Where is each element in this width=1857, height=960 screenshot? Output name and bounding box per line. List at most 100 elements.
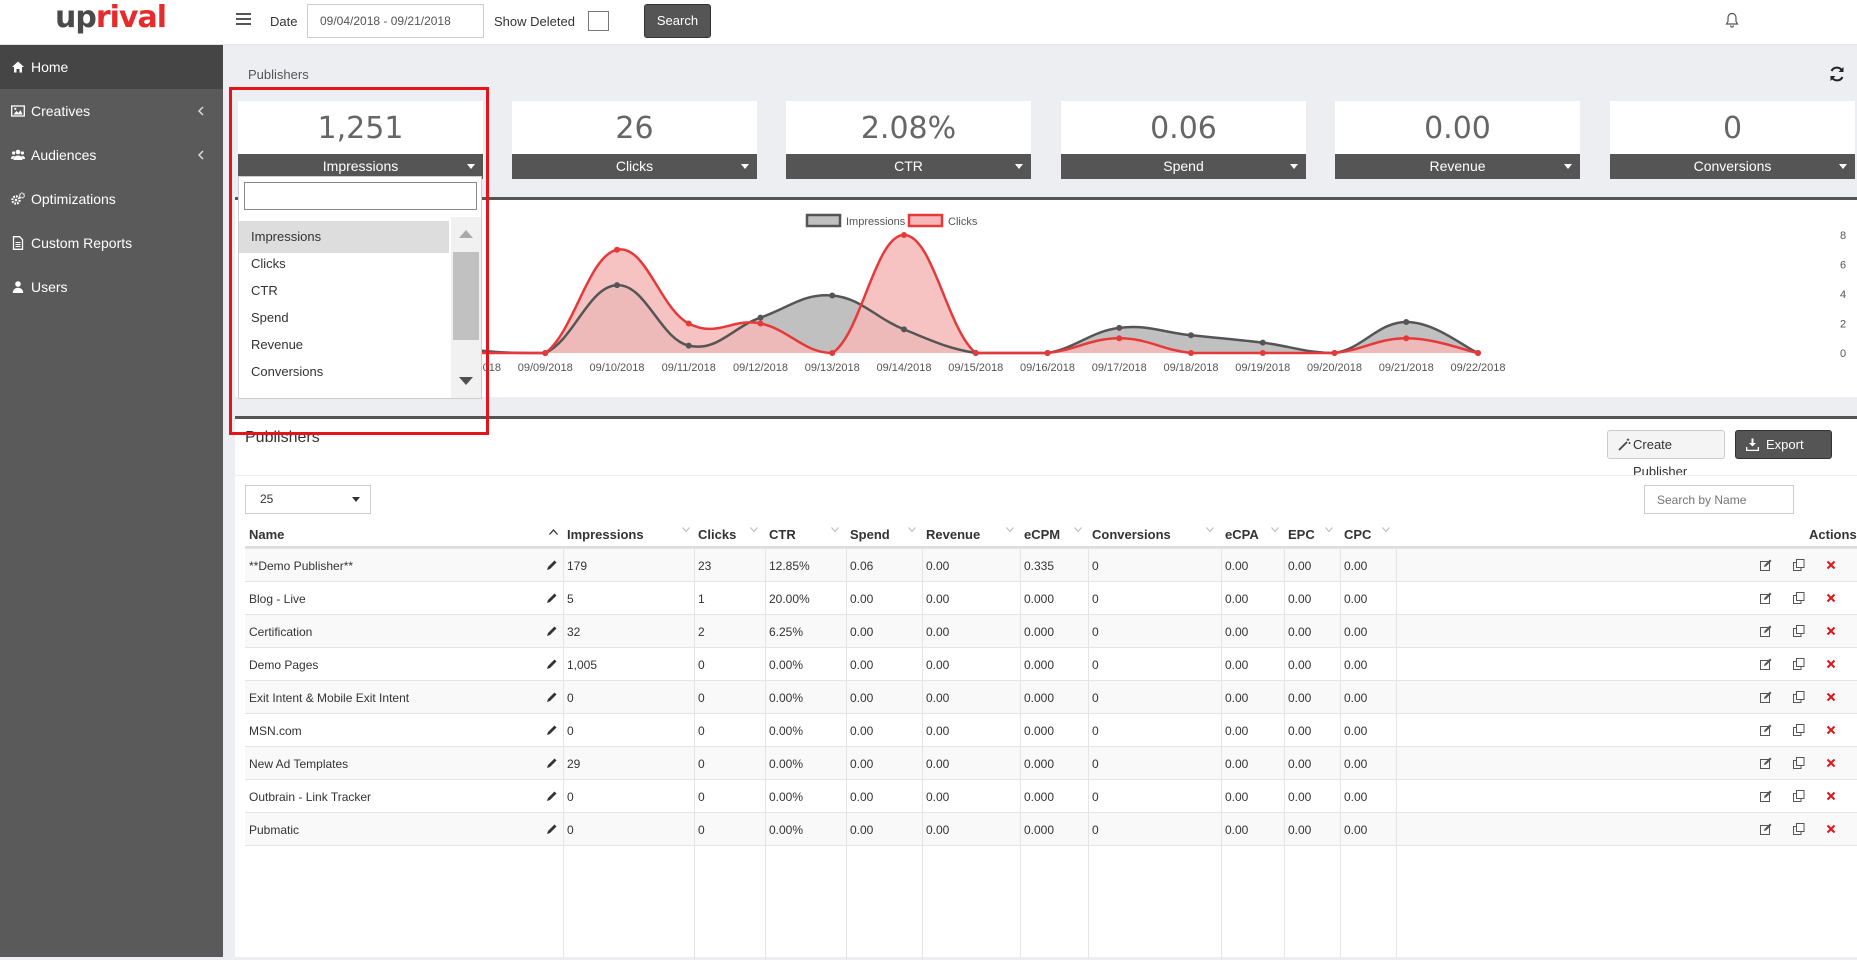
pencil-icon[interactable] (546, 559, 558, 571)
edit-icon[interactable] (1760, 592, 1772, 604)
sort-icon[interactable] (831, 527, 839, 532)
data-point-impressions[interactable] (1188, 332, 1194, 339)
table-row[interactable]: New Ad Templates 29 0 0.00% 0.00 0.00 0.… (245, 746, 1857, 779)
delete-icon[interactable] (1825, 823, 1837, 835)
data-point-clicks[interactable] (685, 320, 692, 327)
sort-asc-icon[interactable] (549, 529, 558, 535)
delete-icon[interactable] (1825, 757, 1837, 769)
page-size-select[interactable]: 25 (245, 485, 371, 514)
search-by-name-input[interactable] (1644, 485, 1794, 514)
delete-icon[interactable] (1825, 658, 1837, 670)
data-point-clicks[interactable] (757, 320, 764, 327)
column-header-revenue[interactable]: Revenue (926, 527, 980, 542)
metric-select-2[interactable]: Clicks (512, 154, 757, 179)
sidebar-item-audiences[interactable]: Audiences (0, 133, 223, 177)
copy-icon[interactable] (1793, 724, 1805, 736)
delete-icon[interactable] (1825, 724, 1837, 736)
sidebar-item-custom-reports[interactable]: Custom Reports (0, 221, 223, 265)
sort-icon[interactable] (908, 527, 916, 532)
export-button[interactable]: Export (1735, 430, 1832, 459)
edit-icon[interactable] (1760, 757, 1772, 769)
pencil-icon[interactable] (546, 691, 558, 703)
column-header-ecpm[interactable]: eCPM (1024, 527, 1060, 542)
sidebar-item-creatives[interactable]: Creatives (0, 89, 223, 133)
column-header-conversions[interactable]: Conversions (1092, 527, 1171, 542)
hamburger-icon[interactable] (236, 13, 251, 26)
pencil-icon[interactable] (546, 625, 558, 637)
table-row[interactable]: Blog - Live 5 1 20.00% 0.00 0.00 0.000 0… (245, 581, 1857, 614)
sort-icon[interactable] (750, 527, 758, 532)
sort-icon[interactable] (1382, 527, 1390, 532)
data-point-clicks[interactable] (1044, 350, 1051, 356)
table-row[interactable]: **Demo Publisher** 179 23 12.85% 0.06 0.… (245, 548, 1857, 581)
edit-icon[interactable] (1760, 658, 1772, 670)
sort-icon[interactable] (1206, 527, 1214, 532)
column-header-ctr[interactable]: CTR (769, 527, 796, 542)
table-row[interactable]: Certification 32 2 6.25% 0.00 0.00 0.000… (245, 614, 1857, 647)
data-point-clicks[interactable] (1188, 350, 1194, 356)
table-row[interactable] (245, 845, 1857, 960)
table-row[interactable]: Outbrain - Link Tracker 0 0 0.00% 0.00 0… (245, 779, 1857, 812)
column-header-clicks[interactable]: Clicks (698, 527, 736, 542)
copy-icon[interactable] (1793, 757, 1805, 769)
column-header-name[interactable]: Name (249, 527, 284, 542)
sidebar-item-optimizations[interactable]: Optimizations (0, 177, 223, 221)
delete-icon[interactable] (1825, 559, 1837, 571)
delete-icon[interactable] (1825, 625, 1837, 637)
pencil-icon[interactable] (546, 823, 558, 835)
copy-icon[interactable] (1793, 790, 1805, 802)
show-deleted-checkbox[interactable] (588, 11, 609, 31)
data-point-impressions[interactable] (1403, 319, 1410, 326)
column-header-ecpa[interactable]: eCPA (1225, 527, 1259, 542)
table-row[interactable]: MSN.com 0 0 0.00% 0.00 0.00 0.000 0 0.00… (245, 713, 1857, 746)
metric-select-5[interactable]: Revenue (1335, 154, 1580, 179)
pencil-icon[interactable] (546, 724, 558, 736)
data-point-clicks[interactable] (972, 350, 979, 356)
refresh-icon[interactable] (1828, 65, 1846, 83)
copy-icon[interactable] (1793, 691, 1805, 703)
metric-select-6[interactable]: Conversions (1610, 154, 1855, 179)
data-point-impressions[interactable] (1116, 324, 1123, 331)
column-header-epc[interactable]: EPC (1288, 527, 1315, 542)
data-point-clicks[interactable] (1475, 350, 1481, 356)
data-point-impressions[interactable] (685, 342, 692, 349)
column-header-impressions[interactable]: Impressions (567, 527, 644, 542)
edit-icon[interactable] (1760, 691, 1772, 703)
sort-icon[interactable] (1271, 527, 1279, 532)
copy-icon[interactable] (1793, 658, 1805, 670)
data-point-impressions[interactable] (757, 314, 764, 321)
metric-select-3[interactable]: CTR (786, 154, 1031, 179)
pencil-icon[interactable] (546, 592, 558, 604)
pencil-icon[interactable] (546, 757, 558, 769)
sort-icon[interactable] (1325, 527, 1333, 532)
uprival-logo[interactable]: uprival (55, 0, 167, 38)
edit-icon[interactable] (1760, 625, 1772, 637)
column-header-spend[interactable]: Spend (850, 527, 890, 542)
table-row[interactable]: Pubmatic 0 0 0.00% 0.00 0.00 0.000 0 0.0… (245, 812, 1857, 845)
delete-icon[interactable] (1825, 790, 1837, 802)
sort-icon[interactable] (1074, 527, 1082, 532)
data-point-clicks[interactable] (542, 350, 549, 356)
copy-icon[interactable] (1793, 559, 1805, 571)
data-point-clicks[interactable] (614, 246, 620, 253)
search-button[interactable]: Search (644, 4, 711, 38)
data-point-impressions[interactable] (829, 292, 836, 299)
data-point-clicks[interactable] (901, 232, 907, 238)
data-point-clicks[interactable] (1331, 350, 1338, 356)
data-point-impressions[interactable] (901, 326, 907, 333)
pencil-icon[interactable] (546, 658, 558, 670)
data-point-impressions[interactable] (1259, 339, 1266, 346)
data-point-clicks[interactable] (1403, 335, 1410, 342)
data-point-clicks[interactable] (1259, 350, 1266, 356)
column-header-cpc[interactable]: CPC (1344, 527, 1371, 542)
delete-icon[interactable] (1825, 592, 1837, 604)
create-publisher-button[interactable]: Create Publisher (1607, 430, 1725, 479)
date-range-input[interactable] (307, 4, 484, 38)
edit-icon[interactable] (1760, 724, 1772, 736)
table-row[interactable]: Exit Intent & Mobile Exit Intent 0 0 0.0… (245, 680, 1857, 713)
pencil-icon[interactable] (546, 790, 558, 802)
edit-icon[interactable] (1760, 790, 1772, 802)
sidebar-item-users[interactable]: Users (0, 265, 223, 309)
copy-icon[interactable] (1793, 625, 1805, 637)
data-point-clicks[interactable] (829, 350, 836, 356)
